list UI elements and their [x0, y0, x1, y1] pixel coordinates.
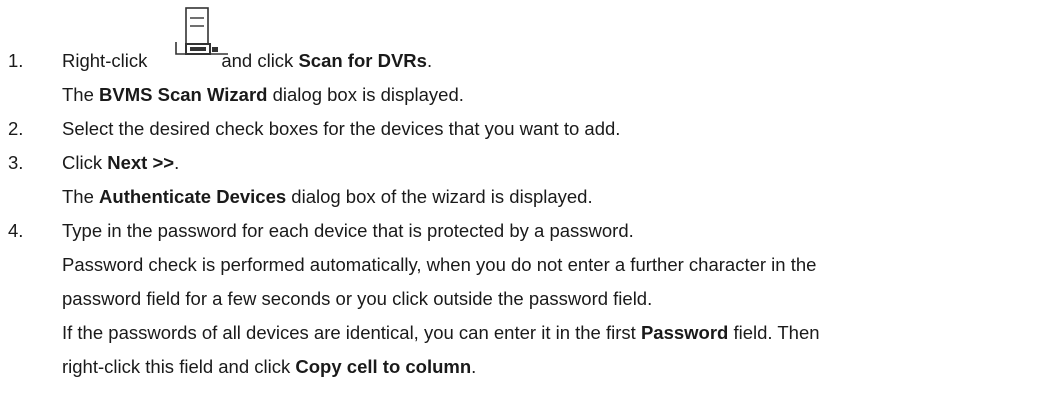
step-3-text-pre: Click [62, 152, 103, 173]
step-4-number: 4. [8, 220, 24, 241]
step-3-result-pre: The [62, 186, 94, 207]
step-1-text-pre: Right-click [62, 50, 148, 71]
step-4-note-3-post: . [471, 356, 477, 377]
step-3-result-post: dialog box of the wizard is displayed. [291, 186, 593, 207]
step-4-note-3-pre: right-click this field and click [62, 356, 291, 377]
step-4-note-2-post: field. Then [733, 322, 820, 343]
dvr-device-icon [175, 7, 228, 55]
authenticate-devices-label: Authenticate Devices [99, 186, 287, 207]
step-1-result-post: dialog box is displayed. [272, 84, 464, 105]
step-3-instruction: Click Next >>. [62, 152, 179, 174]
step-3-number: 3. [8, 152, 24, 173]
step-2-instruction: Select the desired check boxes for the d… [62, 118, 621, 139]
step-3-result: The Authenticate Devices dialog box of t… [62, 186, 593, 208]
step-4-instruction: Type in the password for each device tha… [62, 220, 634, 241]
step-1-text-post: . [426, 50, 433, 71]
step-1-result: The BVMS Scan Wizard dialog box is displ… [62, 84, 464, 106]
next-label: Next >> [107, 152, 175, 173]
copy-cell-to-column-label: Copy cell to column [295, 356, 472, 377]
step-1-result-pre: The [62, 84, 94, 105]
step-4-note-2-line-2: right-click this field and click Copy ce… [62, 356, 476, 378]
step-4-note-1-line-1: Password check is performed automaticall… [62, 254, 817, 275]
bvms-scan-wizard-label: BVMS Scan Wizard [99, 84, 268, 105]
step-4-note-2-pre: If the passwords of all devices are iden… [62, 322, 636, 343]
step-1-instruction: Right-click and click Scan for DVRs. [62, 50, 432, 72]
step-1-number: 1. [8, 50, 24, 71]
step-4-note-2-line-1: If the passwords of all devices are iden… [62, 322, 820, 344]
scan-for-dvrs-label: Scan for DVRs [298, 50, 427, 71]
step-2-number: 2. [8, 118, 24, 139]
step-3-text-post: . [174, 152, 180, 173]
password-label: Password [640, 322, 729, 343]
step-4-note-1-line-2: password field for a few seconds or you … [62, 288, 653, 309]
